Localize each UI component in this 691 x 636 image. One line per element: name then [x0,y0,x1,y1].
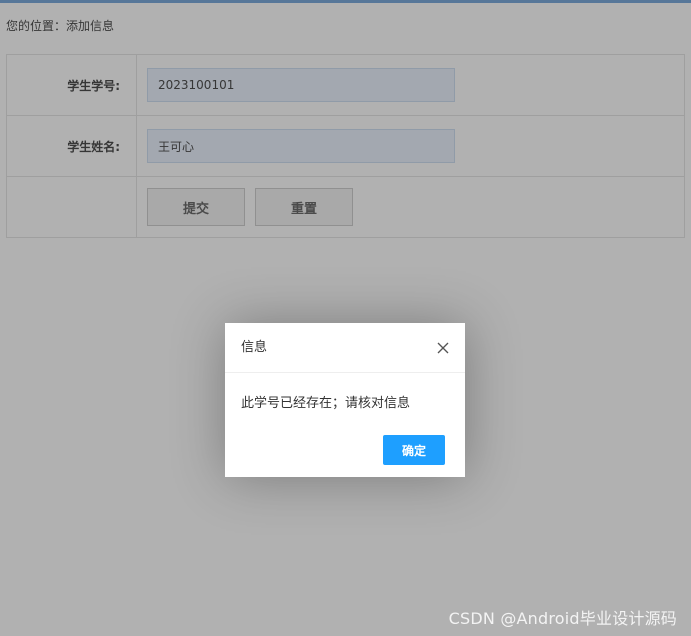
dialog-message: 此学号已经存在；请核对信息 [241,396,411,411]
info-dialog: 信息 此学号已经存在；请核对信息 确定 [225,323,465,477]
close-icon[interactable] [435,340,451,356]
modal-overlay [0,0,691,636]
watermark: CSDN @Android毕业设计源码 [448,609,677,628]
dialog-title: 信息 [225,323,465,373]
confirm-button[interactable]: 确定 [383,435,445,465]
